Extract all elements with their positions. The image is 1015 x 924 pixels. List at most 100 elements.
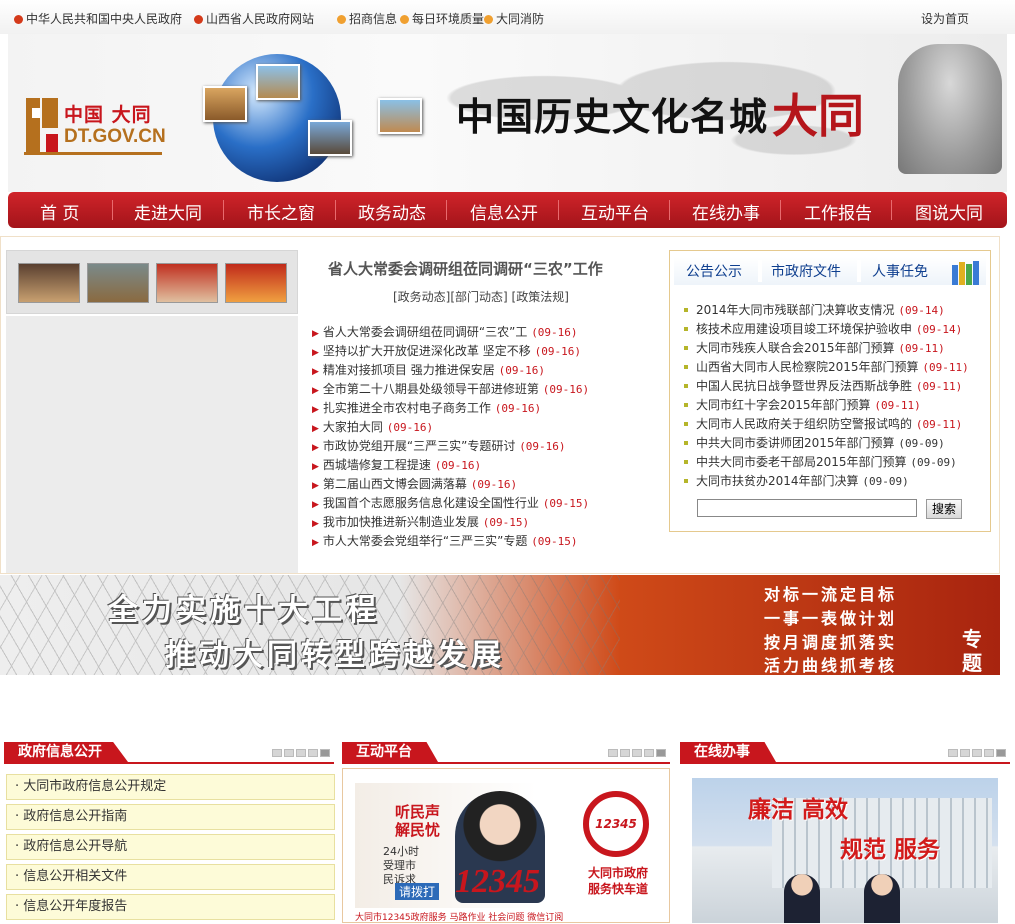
news-item[interactable]: ▶ 精准对接抓项目 强力推进保安居 (09-16) — [312, 361, 662, 380]
photo-area — [6, 316, 298, 573]
promo-line-1: 全力实施十大工程 — [108, 593, 380, 628]
news-item[interactable]: ▶ 大家拍大同 (09-16) — [312, 418, 662, 437]
nav-photo-datong[interactable]: 图说大同 — [915, 199, 983, 224]
news-item[interactable]: ▶ 市人大常委会党组举行“三严三实”专题 (09-15) — [312, 532, 662, 551]
special-topic-banner[interactable]: 全力实施十大工程 推动大同转型跨越发展 对标一流定目标 一事一表做计划 按月调度… — [0, 575, 1000, 675]
top-link-investment[interactable]: 招商信息 — [337, 10, 397, 27]
nav-about-datong[interactable]: 走进大同 — [134, 199, 202, 224]
search-button[interactable]: 搜索 — [926, 499, 962, 519]
photo-thumbnail[interactable] — [18, 263, 80, 303]
site-logo[interactable]: 中国 大同 DT.GOV.CN — [24, 96, 166, 156]
news-item[interactable]: ▶ 市政协党组开展“三严三实”专题研讨 (09-16) — [312, 437, 662, 456]
nav-divider — [780, 200, 781, 220]
more-controls[interactable] — [946, 746, 1006, 757]
section-title: 政府信息公开 — [4, 742, 128, 762]
orange-dot-icon — [484, 15, 493, 24]
list-item[interactable]: · 政府信息公开指南 — [6, 804, 335, 830]
notice-item[interactable]: 大同市残疾人联合会2015年部门预算 (09-11) — [684, 339, 988, 358]
section-title: 互动平台 — [342, 742, 438, 762]
promo-line-2: 推动大同转型跨越发展 — [165, 638, 505, 673]
news-item[interactable]: ▶ 坚持以扩大开放促进深化改革 坚定不移 (09-16) — [312, 342, 662, 361]
nav-divider — [112, 200, 113, 220]
news-item[interactable]: ▶ 省人大常委会调研组莅同调研“三农”工 (09-16) — [312, 323, 662, 342]
hotline-card[interactable]: 听民声 解民忧 24小时受理市民诉求 12345 12345 大同市政府服务快车… — [342, 768, 670, 923]
info-disclosure-header: 政府信息公开 — [4, 740, 334, 764]
nav-info-disclosure[interactable]: 信息公开 — [470, 199, 538, 224]
notice-list: 2014年大同市残联部门决算收支情况 (09-14) 核技术应用建设项目竣工环境… — [684, 301, 988, 491]
nav-gov-news[interactable]: 政务动态 — [358, 199, 426, 224]
globe-photo — [256, 64, 300, 100]
notice-item[interactable]: 中共大同市委讲师团2015年部门预算 (09-09) — [684, 434, 988, 453]
emblem-icon — [14, 15, 23, 24]
service-hall-image[interactable]: 廉洁 高效 规范 服务 — [692, 778, 998, 923]
hotline-service-text: 大同市政府服务快车道 — [587, 866, 648, 896]
tab-gov-documents[interactable]: 市政府文件 — [771, 261, 841, 281]
photo-thumbnail[interactable] — [156, 263, 218, 303]
notice-item[interactable]: 大同市人民政府关于组织防空警报试鸣的 (09-11) — [684, 415, 988, 434]
news-item[interactable]: ▶ 西城墙修复工程提速 (09-16) — [312, 456, 662, 475]
top-link-fire[interactable]: 大同消防 — [484, 10, 544, 27]
notice-item[interactable]: 中共大同市委老干部局2015年部门预算 (09-09) — [684, 453, 988, 472]
staff-figure — [864, 874, 900, 923]
news-item[interactable]: ▶ 我国首个志愿服务信息化建设全国性行业 (09-15) — [312, 494, 662, 513]
bullet-icon — [684, 479, 688, 483]
hotline-banner[interactable]: 听民声 解民忧 24小时受理市民诉求 12345 12345 大同市政府服务快车… — [355, 783, 657, 908]
arrow-icon: ▶ — [312, 519, 319, 529]
notice-item[interactable]: 中国人民抗日战争暨世界反法西斯战争胜 (09-11) — [684, 377, 988, 396]
nav-mayor-window[interactable]: 市长之窗 — [247, 199, 315, 224]
more-controls[interactable] — [606, 746, 666, 757]
list-item[interactable]: · 信息公开年度报告 — [6, 894, 335, 920]
nav-interaction[interactable]: 互动平台 — [581, 199, 649, 224]
tab-personnel[interactable]: 人事任免 — [872, 261, 928, 281]
section-title: 在线办事 — [680, 742, 776, 762]
photo-thumbnail[interactable] — [87, 263, 149, 303]
arrow-icon: ▶ — [312, 329, 319, 339]
promo-tag: 题 — [962, 651, 982, 675]
arrow-icon: ▶ — [312, 538, 319, 548]
logo-text-en: DT.GOV.CN — [64, 126, 166, 147]
nav-home[interactable]: 首 页 — [40, 199, 79, 224]
headline-title[interactable]: 省人大常委会调研组莅同调研“三农”工作 — [328, 258, 603, 279]
nav-online-services[interactable]: 在线办事 — [692, 199, 760, 224]
hotline-footer: 大同市12345政府服务 马路作业 社会问题 微信订阅 — [355, 913, 564, 923]
news-item[interactable]: ▶ 我市加快推进新兴制造业发展 (09-15) — [312, 513, 662, 532]
interaction-header: 互动平台 — [342, 740, 670, 764]
online-services-card[interactable]: 廉洁 高效 规范 服务 — [680, 768, 1010, 923]
top-link-central-gov[interactable]: 中华人民共和国中央人民政府 — [14, 10, 182, 27]
tab-divider — [758, 260, 762, 282]
banner-slogan: 中国历史文化名城 — [456, 94, 769, 139]
list-item[interactable]: · 大同市政府信息公开规定 — [6, 774, 335, 800]
notice-item[interactable]: 核技术应用建设项目竣工环境保护验收申 (09-14) — [684, 320, 988, 339]
top-link-environment[interactable]: 每日环境质量 — [400, 10, 484, 27]
more-controls[interactable] — [270, 746, 330, 757]
notice-item[interactable]: 山西省大同市人民检察院2015年部门预算 (09-11) — [684, 358, 988, 377]
promo-point: 活力曲线抓考核 — [764, 656, 898, 675]
buddha-statue-image — [898, 44, 1002, 174]
hotline-number: 12345 — [455, 863, 540, 900]
globe-photo — [308, 120, 352, 156]
nav-work-report[interactable]: 工作报告 — [804, 199, 872, 224]
search-input[interactable] — [697, 499, 917, 517]
arrow-icon: ▶ — [312, 367, 319, 377]
list-item[interactable]: · 政府信息公开导航 — [6, 834, 335, 860]
notice-item[interactable]: 大同市红十字会2015年部门预算 (09-11) — [684, 396, 988, 415]
list-item[interactable]: · 信息公开相关文件 — [6, 864, 335, 890]
notice-item[interactable]: 2014年大同市残联部门决算收支情况 (09-14) — [684, 301, 988, 320]
headline-categories[interactable]: [政务动态][部门动态] [政策法规] — [393, 288, 569, 305]
bullet-icon — [684, 365, 688, 369]
news-item[interactable]: ▶ 扎实推进全市农村电子商务工作 (09-16) — [312, 399, 662, 418]
news-item[interactable]: ▶ 全市第二十八期县处级领导干部进修班第 (09-16) — [312, 380, 662, 399]
books-icon — [952, 261, 979, 285]
tab-announcements[interactable]: 公告公示 — [686, 261, 742, 281]
photo-thumbnail[interactable] — [225, 263, 287, 303]
news-item[interactable]: ▶ 第二届山西文博会圆满落幕 (09-16) — [312, 475, 662, 494]
set-home-link[interactable]: 设为首页 — [921, 10, 969, 27]
nav-divider — [558, 200, 559, 220]
notice-item[interactable]: 大同市扶贫办2014年部门决算 (09-09) — [684, 472, 988, 491]
banner-city-name: 大同 — [772, 89, 864, 143]
info-disclosure-list: · 大同市政府信息公开规定 · 政府信息公开指南 · 政府信息公开导航 · 信息… — [6, 774, 335, 924]
arrow-icon: ▶ — [312, 424, 319, 434]
arrow-icon: ▶ — [312, 481, 319, 491]
top-link-shanxi-gov[interactable]: 山西省人民政府网站 — [194, 10, 314, 27]
logo-mark-icon — [26, 98, 58, 152]
